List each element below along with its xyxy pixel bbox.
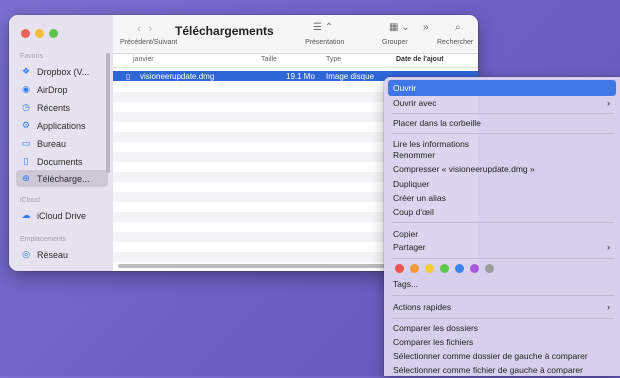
column-header-name[interactable]: janvier [133, 56, 154, 63]
tag-green-dot[interactable] [440, 264, 449, 273]
sidebar-item-reseau[interactable]: ◎ Réseau [16, 246, 108, 263]
column-header-size[interactable]: Taille [261, 56, 277, 63]
back-forward-buttons[interactable]: ‹› [137, 23, 160, 35]
tag-gray-dot[interactable] [485, 264, 494, 273]
presentation-label: Présentation [305, 39, 345, 46]
sidebar-scrollbar[interactable] [106, 53, 110, 173]
sidebar-item-label: Applications [37, 120, 86, 131]
submenu-chevron-icon: › [607, 302, 610, 312]
submenu-chevron-icon: › [607, 98, 610, 108]
column-header-date[interactable]: Date de l'ajout [396, 56, 444, 63]
menu-item-partager[interactable]: Partager › [388, 239, 616, 255]
sidebar-item-icloud-drive[interactable]: ☁ iCloud Drive [16, 207, 108, 224]
window-title: Téléchargements [175, 24, 274, 38]
sidebar-item-documents[interactable]: ▯ Documents [16, 153, 108, 170]
menu-separator [392, 113, 614, 114]
tag-orange-dot[interactable] [410, 264, 419, 273]
menu-item-ouvrir[interactable]: Ouvrir [388, 80, 616, 96]
group-icon[interactable]: ▦ ⌄ [389, 22, 410, 33]
menu-item-label: Ouvrir avec [393, 98, 437, 108]
download-icon: ⊕ [22, 173, 30, 183]
tag-yellow-dot[interactable] [425, 264, 434, 273]
menu-item-compresser[interactable]: Compresser « visioneerupdate.dmg » [388, 161, 616, 177]
sidebar-item-dropbox[interactable]: ❖ Dropbox (V... [16, 63, 108, 80]
menu-item-actions-rapides[interactable]: Actions rapides › [388, 299, 616, 315]
sidebar-item-label: Dropbox (V... [37, 66, 90, 77]
file-type: Image disque [326, 72, 375, 81]
menu-item-tags[interactable]: Tags... [388, 276, 616, 292]
group-label: Grouper [382, 39, 408, 46]
view-options-icon[interactable]: ☰ ⌃ [313, 22, 333, 33]
tag-red-dot[interactable] [395, 264, 404, 273]
file-icon: ▯ [126, 72, 131, 81]
column-header-type[interactable]: Type [326, 56, 341, 63]
finder-toolbar: ‹› Précédent/Suivant Téléchargements ☰ ⌃… [113, 15, 478, 54]
zoom-window-button[interactable] [49, 29, 58, 38]
tag-blue-dot[interactable] [455, 264, 464, 273]
sidebar-item-recents[interactable]: ◷ Récents [16, 99, 108, 116]
sidebar-item-telechargements[interactable]: ⊕ Télécharge... [16, 170, 108, 187]
finder-sidebar: Favoris ❖ Dropbox (V... ◉ AirDrop ◷ Réce… [9, 15, 113, 271]
menu-separator [392, 133, 614, 134]
sidebar-item-label: Réseau [37, 249, 69, 260]
tag-purple-dot[interactable] [470, 264, 479, 273]
sidebar-item-label: AirDrop [37, 84, 68, 95]
submenu-chevron-icon: › [607, 242, 610, 252]
airdrop-icon: ◉ [22, 84, 30, 94]
back-arrow-icon[interactable]: ‹ [137, 23, 149, 35]
sidebar-item-applications[interactable]: ⚙ Applications [16, 117, 108, 134]
clock-icon: ◷ [22, 102, 30, 112]
sidebar-item-label: Bureau [37, 138, 67, 149]
sidebar-item-label: Télécharge... [37, 173, 90, 184]
cloud-icon: ☁ [21, 210, 31, 220]
context-menu: Ouvrir Ouvrir avec › Placer dans la corb… [384, 77, 620, 376]
nav-label: Précédent/Suivant [120, 39, 178, 46]
sidebar-item-label: iCloud Drive [37, 210, 87, 221]
menu-separator [392, 318, 614, 319]
desktop-icon: ▭ [21, 138, 31, 148]
menu-separator [392, 295, 614, 296]
search-icon[interactable]: ⌕ [455, 22, 461, 33]
search-label: Rechercher [437, 39, 474, 46]
sidebar-section-emplacements: Emplacements [20, 236, 67, 243]
close-window-button[interactable] [21, 29, 30, 38]
menu-item-label: Partager [393, 242, 426, 252]
applications-icon: ⚙ [21, 120, 31, 130]
more-toolbar-icon[interactable]: » [423, 22, 429, 33]
sidebar-item-bureau[interactable]: ▭ Bureau [16, 135, 108, 152]
menu-item-label: Actions rapides [393, 302, 452, 312]
minimize-window-button[interactable] [35, 29, 44, 38]
menu-item-coup-oeil[interactable]: Coup d'œil [388, 204, 616, 220]
sidebar-item-label: Documents [37, 156, 83, 167]
menu-item-ouvrir-avec[interactable]: Ouvrir avec › [388, 95, 616, 111]
menu-separator [392, 222, 614, 223]
network-icon: ◎ [22, 249, 30, 259]
dropbox-icon: ❖ [21, 66, 31, 76]
sidebar-item-airdrop[interactable]: ◉ AirDrop [16, 81, 108, 98]
menu-separator [392, 258, 614, 259]
file-size: 19.1 Mo [286, 72, 315, 81]
column-headers: janvier Taille Type Date de l'ajout [113, 54, 478, 68]
forward-arrow-icon[interactable]: › [149, 23, 161, 35]
file-name: visioneerupdate.dmg [140, 72, 215, 81]
menu-item-corbeille[interactable]: Placer dans la corbeille [388, 115, 616, 131]
sidebar-section-favorites: Favoris [20, 53, 43, 60]
sidebar-item-label: Récents [37, 102, 71, 113]
sidebar-section-icloud: iCloud [20, 197, 40, 204]
document-icon: ▯ [23, 156, 29, 166]
desktop-background: Favoris ❖ Dropbox (V... ◉ AirDrop ◷ Réce… [0, 0, 620, 376]
